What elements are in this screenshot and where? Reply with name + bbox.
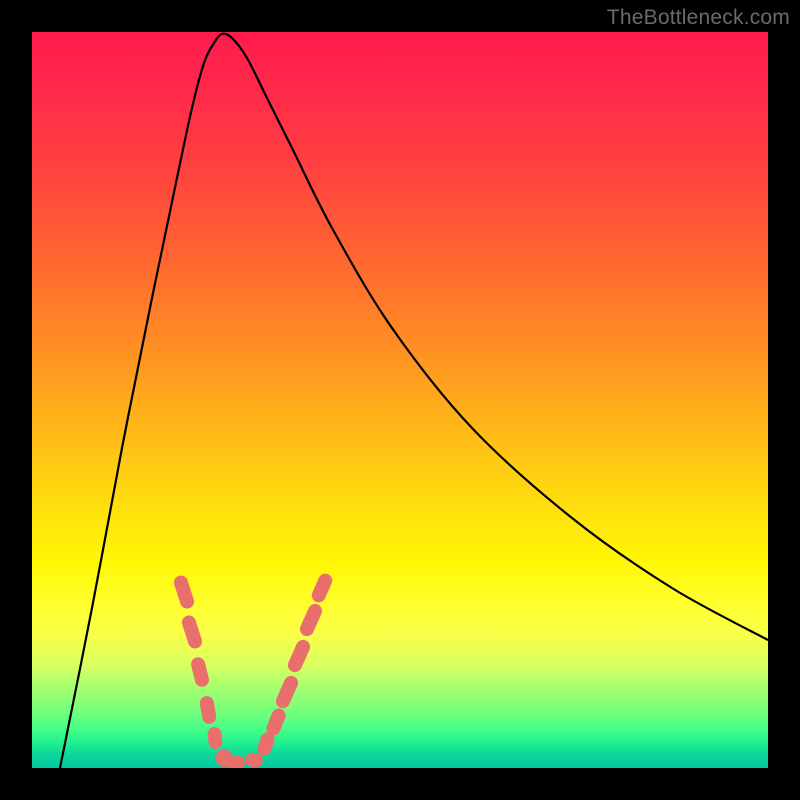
marker-left-branch [172, 574, 196, 611]
marker-bottom [227, 756, 245, 768]
marker-group [172, 571, 334, 768]
chart-frame: TheBottleneck.com [0, 0, 800, 800]
marker-left-branch [207, 726, 223, 749]
marker-right-branch [286, 638, 313, 675]
marker-left-branch [180, 614, 204, 651]
bottleneck-curve [60, 34, 768, 768]
plot-area [32, 32, 768, 768]
curve-layer [32, 32, 768, 768]
marker-right-branch [310, 571, 335, 604]
marker-right-branch [298, 602, 325, 639]
marker-left-branch [199, 695, 218, 725]
marker-left-branch [190, 656, 211, 688]
marker-right-branch [274, 674, 301, 711]
watermark-text: TheBottleneck.com [607, 6, 790, 30]
